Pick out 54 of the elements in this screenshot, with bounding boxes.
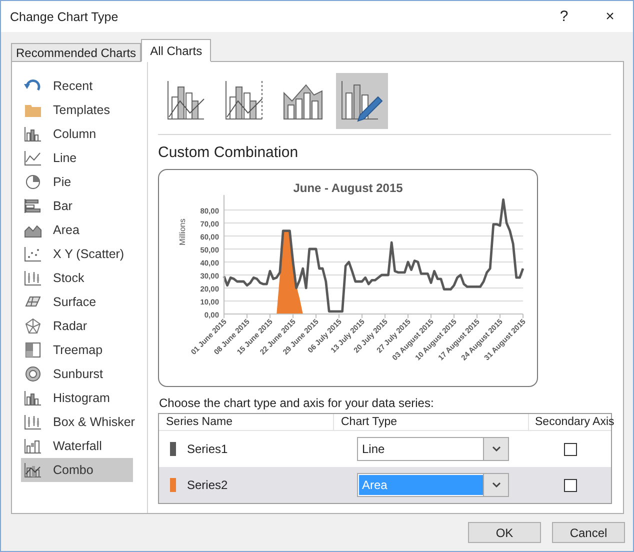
bar-chart-icon: [24, 198, 42, 214]
chart-type-item[interactable]: Treemap: [21, 338, 133, 362]
close-button[interactable]: ×: [587, 2, 633, 32]
chart-type-item[interactable]: Stock: [21, 266, 133, 290]
line-chart-icon: [24, 150, 42, 166]
axis-title: Millions: [178, 218, 187, 246]
chart-type-item[interactable]: Sunburst: [21, 362, 133, 386]
secondary-axis-checkbox[interactable]: [564, 478, 576, 492]
ok-button[interactable]: OK: [468, 522, 541, 543]
chart-type-item[interactable]: X Y (Scatter): [21, 242, 133, 266]
series-name: Series1: [187, 442, 228, 456]
chart-title: June - August 2015: [293, 181, 403, 195]
chart-type-item[interactable]: Surface: [21, 290, 133, 314]
chart-subtype-button[interactable]: [336, 73, 388, 129]
column-header: Chart Type: [334, 414, 529, 430]
chart-type-item[interactable]: Waterfall: [21, 434, 133, 458]
secondary-axis-checkbox[interactable]: [564, 442, 576, 456]
tab[interactable]: All Charts: [141, 39, 212, 62]
chart-type-item[interactable]: Bar: [21, 194, 133, 218]
help-button[interactable]: ?: [541, 2, 587, 32]
chevron-down-icon: [492, 446, 500, 452]
chart-type-item[interactable]: Histogram: [21, 386, 133, 410]
series-row[interactable]: Series2 Area: [159, 467, 611, 503]
pie-chart-icon: [24, 174, 42, 190]
stock-chart-icon: [24, 270, 42, 286]
column-header: Series Name: [159, 414, 334, 430]
chart-type-item[interactable]: Combo: [21, 458, 133, 482]
column-chart-icon: [24, 126, 42, 142]
cancel-button[interactable]: Cancel: [552, 522, 625, 543]
boxwhisker-chart-icon: [24, 414, 42, 430]
section-heading: Custom Combination: [158, 144, 300, 161]
chart-type-item[interactable]: Box & Whisker: [21, 410, 133, 434]
histogram-chart-icon: [24, 390, 42, 406]
sunburst-chart-icon: [24, 366, 42, 382]
combo-chart-icon: [24, 462, 42, 478]
series-row[interactable]: Series1 Line: [159, 431, 611, 467]
chart-type-item[interactable]: Column: [21, 122, 133, 146]
chart-type-item[interactable]: Area: [21, 218, 133, 242]
tab[interactable]: Recommended Charts: [11, 43, 142, 62]
chart-type-item[interactable]: Pie: [21, 170, 133, 194]
scatter-chart-icon: [24, 246, 42, 262]
chart-type-item[interactable]: Templates: [21, 98, 133, 122]
chart-type-item[interactable]: Radar: [21, 314, 133, 338]
templates-chart-icon: [24, 102, 42, 118]
chart-type-item[interactable]: Recent: [21, 74, 133, 98]
treemap-chart-icon: [24, 342, 42, 358]
chevron-down-icon: [492, 482, 500, 488]
waterfall-chart-icon: [24, 438, 42, 454]
series-name: Series2: [187, 478, 228, 492]
instruction-text: Choose the chart type and axis for your data series:: [159, 396, 435, 410]
chart-type-dropdown[interactable]: Line: [357, 437, 509, 461]
chart-type-item[interactable]: Line: [21, 146, 133, 170]
radar-chart-icon: [24, 318, 42, 334]
window-title: Change Chart Type: [10, 10, 120, 24]
